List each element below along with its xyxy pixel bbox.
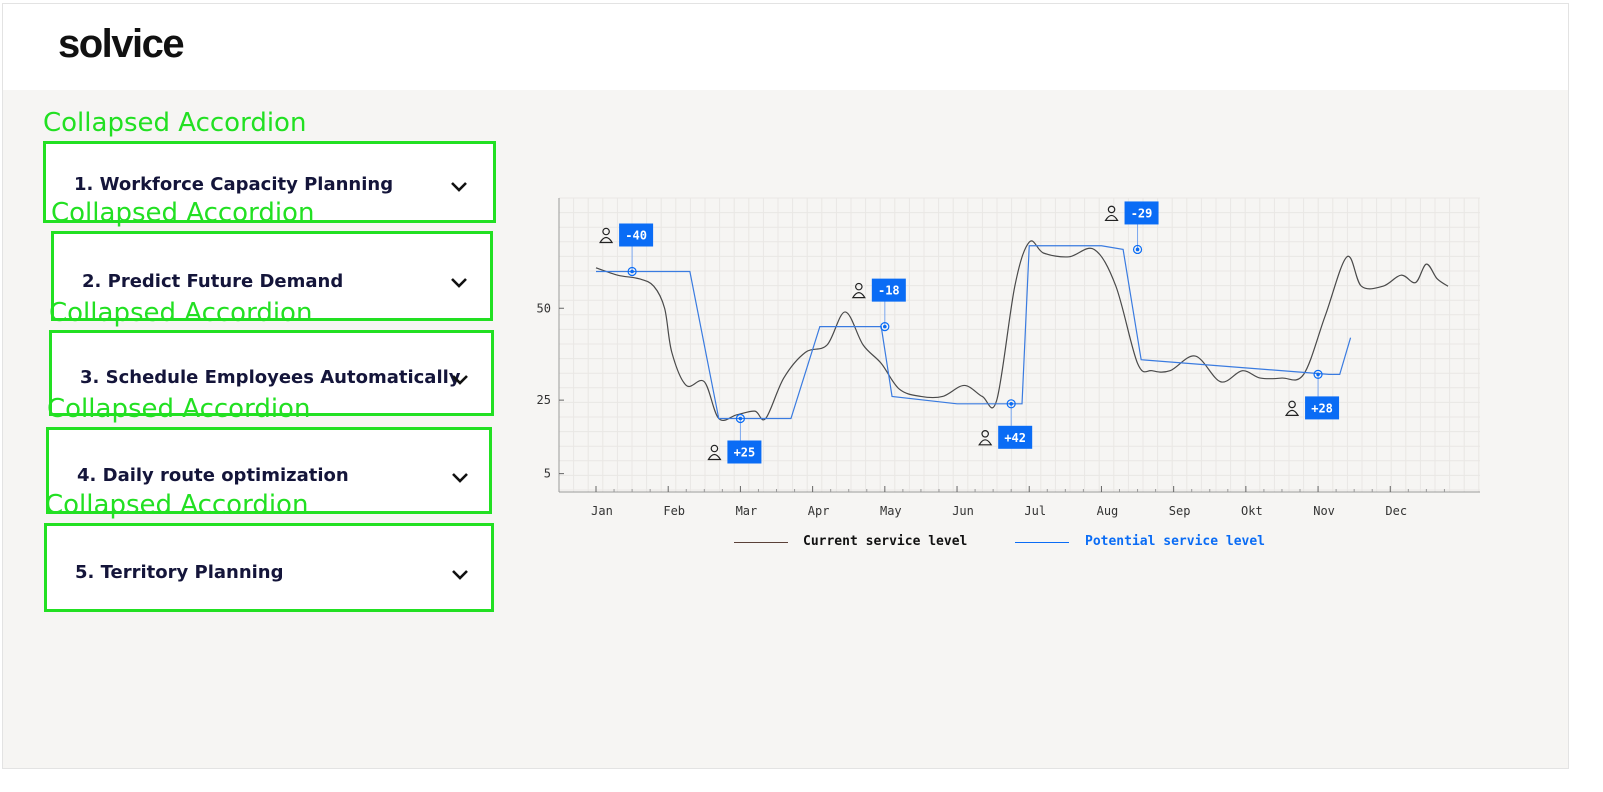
solvice-logo[interactable]: solvice [58,22,185,67]
accordion-territory-planning[interactable]: 5. Territory Planning [44,523,494,612]
annotation-marker-dot [1009,402,1013,406]
x-tick-label: Okt [1241,504,1263,518]
app-frame: solvice Collapsed Accordion 1. Workforce… [2,3,1569,769]
x-tick-label: Nov [1313,504,1335,518]
service-level-chart: Jan Feb Mar Apr May Jun Jul Aug Sep Okt Nov Dec 5 25 5… [518,184,1498,564]
legend-label-current: Current service level [803,534,968,549]
annotation-badge-label: -29 [1131,206,1153,220]
chevron-down-icon[interactable] [449,276,469,290]
annotation-marker-dot [1135,247,1140,252]
annotation-badge-label: +25 [734,446,756,460]
accordion-title: 2. Predict Future Demand [82,271,344,292]
annotation-marker-dot [738,416,743,421]
x-tick-label: Sep [1169,504,1191,518]
legend-swatch-potential [1015,542,1069,543]
x-tick-label: Apr [808,504,830,518]
annotation-label-2: Collapsed Accordion [51,198,315,228]
annotation-label-4: Collapsed Accordion [47,394,311,424]
x-tick-label: Feb [663,504,685,518]
chevron-down-icon[interactable] [450,568,470,582]
annotation-badge-label: +28 [1311,401,1333,415]
annotation-marker-dot [630,269,634,274]
annotation-badge-label: -18 [878,284,900,298]
x-tick-label: Jul [1024,504,1046,518]
y-tick-label: 50 [537,301,551,315]
x-tick-label: Dec [1385,504,1407,518]
accordion-title: 3. Schedule Employees Automatically [80,367,461,388]
accordion-title: 4. Daily route optimization [77,465,349,486]
accordion-title: 5. Territory Planning [75,562,284,583]
annotation-label-5: Collapsed Accordion [45,490,309,520]
x-tick-label: May [880,504,902,518]
chevron-down-icon[interactable] [450,471,470,485]
legend-swatch-current [734,542,788,543]
legend-label-potential: Potential service level [1085,534,1266,549]
y-tick-label: 5 [544,467,551,481]
x-tick-label: Aug [1097,504,1119,518]
x-tick-label: Jan [591,504,613,518]
x-tick-label: Mar [736,504,758,518]
annotation-label-3: Collapsed Accordion [49,298,313,328]
x-tick-label: Jun [952,504,974,518]
chevron-down-icon[interactable] [449,180,469,194]
annotation-badge-label: +42 [1004,431,1026,445]
annotation-label-1: Collapsed Accordion [43,108,307,138]
y-tick-label: 25 [537,393,551,407]
annotation-marker-dot [1316,372,1320,377]
site-header: solvice [3,4,1568,90]
chart-canvas: Jan Feb Mar Apr May Jun Jul Aug Sep Okt Nov Dec 5 25 5… [537,197,1480,518]
chevron-down-icon[interactable] [450,373,470,387]
accordion-title: 1. Workforce Capacity Planning [74,174,394,195]
annotation-badge-label: -40 [625,229,647,243]
annotation-marker-dot [883,324,887,329]
